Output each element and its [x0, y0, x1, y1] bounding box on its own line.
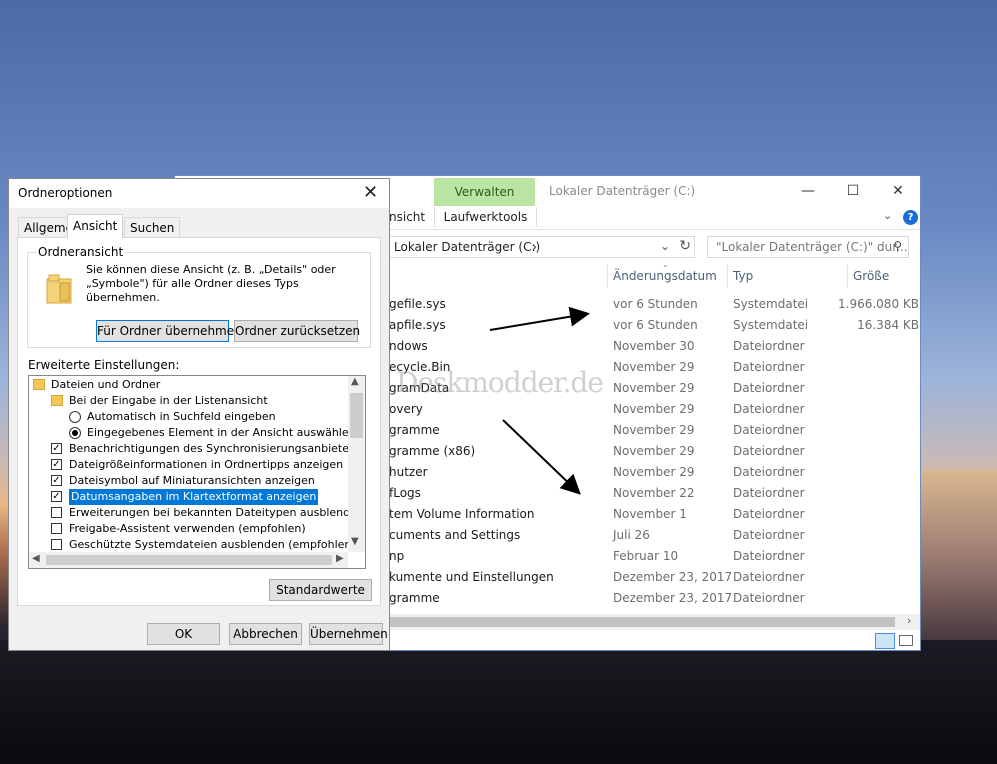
- checkbox[interactable]: ✓: [51, 475, 62, 486]
- close-icon[interactable]: ✕: [363, 182, 378, 203]
- reset-folders-button[interactable]: Ordner zurücksetzen: [234, 320, 360, 342]
- arrow-to-date-top: [489, 306, 590, 331]
- checkbox[interactable]: [51, 523, 62, 534]
- scrollbar-thumb[interactable]: [350, 393, 363, 438]
- tree-item-label: Dateigrößeinformationen in Ordnertipps a…: [69, 458, 344, 471]
- folder-view-group: Ordneransicht Sie können diese Ansicht (…: [27, 245, 371, 348]
- tree-item-label: Eingegebenes Element in der Ansicht ausw…: [87, 426, 356, 439]
- scroll-down-icon[interactable]: ▼: [351, 536, 359, 547]
- tree-item-label: Datumsangaben im Klartextformat anzeigen: [69, 489, 319, 505]
- tree-item-label: Erweiterungen bei bekannten Dateitypen a…: [69, 506, 364, 519]
- horizontal-scrollbar[interactable]: ◀ ▶: [29, 552, 348, 568]
- tab-suchen[interactable]: Suchen: [124, 217, 181, 237]
- scroll-left-icon[interactable]: ◀: [32, 553, 40, 564]
- apply-button[interactable]: Übernehmen: [309, 623, 388, 645]
- group-description: Sie können diese Ansicht (z. B. „Details…: [86, 263, 336, 304]
- checkbox[interactable]: ✓: [51, 491, 62, 502]
- vertical-scrollbar[interactable]: ▲ ▼: [348, 376, 365, 552]
- tree-item-label: Benachrichtigungen des Synchronisierungs…: [69, 442, 365, 455]
- radio-button[interactable]: [69, 427, 81, 439]
- restore-defaults-button[interactable]: Standardwerte: [269, 579, 372, 601]
- tree-item-label: Freigabe-Assistent verwenden (empfohlen): [69, 522, 306, 535]
- folder-icon: [33, 379, 45, 390]
- tab-panel-ansicht: Ordneransicht Sie können diese Ansicht (…: [17, 237, 381, 606]
- arrow-to-date-bottom: [502, 419, 581, 495]
- advanced-settings-tree[interactable]: Dateien und Ordner Bei der Eingabe in der…: [28, 375, 366, 569]
- advanced-settings-label: Erweiterte Einstellungen:: [28, 358, 180, 372]
- group-label: Ordneransicht: [36, 245, 126, 259]
- tree-item-label: Dateisymbol auf Miniaturansichten anzeig…: [69, 474, 315, 487]
- dialog-title: Ordneroptionen: [18, 186, 113, 200]
- scrollbar-thumb[interactable]: [46, 555, 332, 565]
- tree-item-label: Dateien und Ordner: [51, 378, 161, 391]
- cancel-button[interactable]: Abbrechen: [229, 623, 302, 645]
- folder-icon: [51, 395, 63, 406]
- checkbox[interactable]: ✓: [51, 459, 62, 470]
- tree-item-label: Geschützte Systemdateien ausblenden (emp…: [69, 538, 356, 551]
- scroll-up-icon[interactable]: ▲: [351, 376, 359, 387]
- scroll-right-icon[interactable]: ▶: [336, 553, 344, 564]
- checkbox[interactable]: ✓: [51, 443, 62, 454]
- tree-item-label: Bei der Eingabe in der Listenansicht: [69, 394, 268, 407]
- apply-to-folders-button[interactable]: Für Ordner übernehmen: [96, 320, 242, 342]
- checkbox[interactable]: [51, 539, 62, 550]
- folder-view-icon: [46, 274, 72, 304]
- dialog-titlebar: Ordneroptionen ✕: [9, 179, 389, 208]
- ok-button[interactable]: OK: [147, 623, 220, 645]
- tree-item-label: Automatisch in Suchfeld eingeben: [87, 410, 276, 423]
- folder-options-dialog: Ordneroptionen ✕ Allgemein Suchen Ordner…: [8, 178, 390, 651]
- checkbox[interactable]: [51, 507, 62, 518]
- radio-button[interactable]: [69, 411, 81, 423]
- tab-ansicht[interactable]: Ansicht: [67, 214, 124, 238]
